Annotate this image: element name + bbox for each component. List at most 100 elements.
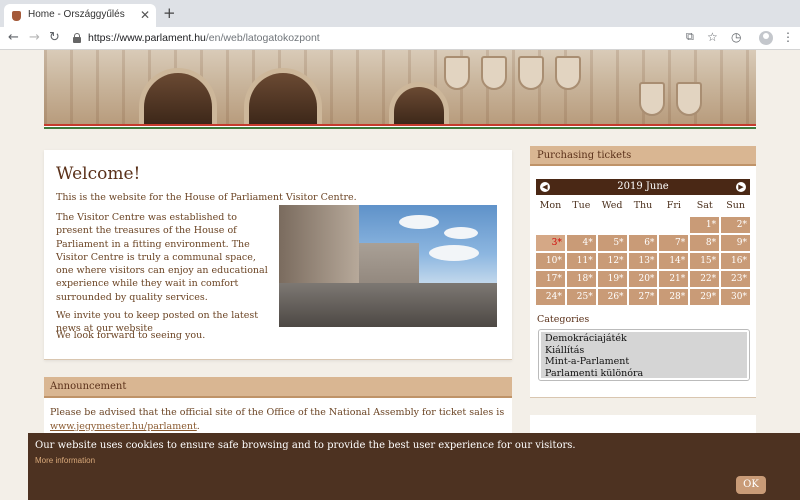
back-arrow-icon[interactable]: ←: [8, 30, 19, 45]
menu-icon[interactable]: ⋮: [782, 30, 794, 44]
calendar-day[interactable]: 10*: [536, 253, 565, 269]
visitor-centre-photo: [279, 205, 497, 327]
category-option[interactable]: Parlamenti különóra: [545, 368, 743, 379]
weekday-label: Sat: [696, 200, 713, 211]
calendar-day[interactable]: 28*: [659, 289, 689, 305]
welcome-text-column: The Visitor Centre was established to pr…: [56, 211, 268, 341]
reload-icon[interactable]: ↻: [49, 30, 60, 45]
calendar-day[interactable]: 9*: [721, 235, 750, 251]
weekday-label: Sun: [726, 200, 745, 211]
calendar-day[interactable]: 1*: [690, 217, 720, 233]
weekday-label: Thu: [633, 200, 653, 211]
announcement-text: Please be advised that the official site…: [44, 398, 512, 434]
weekday-label: Wed: [601, 200, 623, 211]
next-month-icon[interactable]: ▶: [736, 182, 746, 192]
banner-arch: [139, 68, 217, 124]
banner-coat-of-arms: [676, 82, 702, 116]
header-banner-image: [44, 50, 756, 124]
welcome-title: Welcome!: [56, 164, 141, 184]
calendar-day[interactable]: 22*: [690, 271, 720, 287]
welcome-closing: We look forward to seeing you.: [56, 330, 206, 341]
ticket-calendar: ◀ 2019 June ▶ Mon Tue Wed Thu Fri Sat Sun 1* 2* 3…: [536, 179, 750, 305]
calendar-grid: Mon Tue Wed Thu Fri Sat Sun 1* 2* 3* 4* 5* 6* 7* 8* 9* 1…: [536, 199, 750, 305]
banner-coat-of-arms: [444, 56, 470, 90]
calendar-day[interactable]: 26*: [597, 289, 627, 305]
translate-icon[interactable]: ⧉: [686, 30, 694, 44]
banner-coat-of-arms: [639, 82, 665, 116]
calendar-day-today[interactable]: 3*: [536, 235, 565, 251]
calendar-day[interactable]: 30*: [721, 289, 750, 305]
extension-icon[interactable]: ◷: [731, 30, 741, 44]
prev-month-icon[interactable]: ◀: [540, 182, 550, 192]
calendar-month-title: 2019 June: [617, 181, 669, 192]
calendar-header: ◀ 2019 June ▶: [536, 179, 750, 195]
url-domain: https://www.parlament.hu: [88, 32, 206, 44]
category-option[interactable]: Demokráciajáték: [545, 333, 743, 345]
calendar-empty-cell: [536, 217, 565, 233]
welcome-paragraph: The Visitor Centre was established to pr…: [56, 212, 268, 303]
categories-listbox[interactable]: Demokráciajáték Kiállítás Mint-a-Parlament…: [538, 329, 750, 381]
calendar-day[interactable]: 7*: [659, 235, 689, 251]
calendar-day[interactable]: 17*: [536, 271, 565, 287]
browser-toolbar: ← → ↻ https://www.parlament.hu/en/web/la…: [0, 27, 800, 50]
calendar-day[interactable]: 5*: [597, 235, 627, 251]
star-icon[interactable]: ☆: [707, 30, 718, 44]
cookie-banner: Our website uses cookies to ensure safe …: [28, 433, 800, 500]
photo-courtyard: [279, 283, 497, 327]
welcome-panel: Welcome! This is the website for the Hou…: [44, 150, 512, 360]
calendar-empty-cell: [567, 217, 596, 233]
calendar-day[interactable]: 6*: [628, 235, 658, 251]
more-information-link[interactable]: More information: [35, 456, 95, 465]
calendar-day[interactable]: 29*: [690, 289, 720, 305]
calendar-day[interactable]: 12*: [597, 253, 627, 269]
calendar-day[interactable]: 13*: [628, 253, 658, 269]
banner-coat-of-arms: [555, 56, 581, 90]
calendar-day[interactable]: 27*: [628, 289, 658, 305]
welcome-intro: This is the website for the House of Par…: [56, 192, 357, 203]
announcement-body: Please be advised that the official site…: [50, 407, 505, 418]
new-tab-icon[interactable]: +: [163, 4, 176, 22]
calendar-day[interactable]: 11*: [566, 253, 596, 269]
announcement-heading: Announcement: [44, 377, 512, 398]
calendar-day[interactable]: 8*: [690, 235, 720, 251]
categories-label: Categories: [537, 314, 590, 325]
browser-tab[interactable]: Home - Országgyűlés ✕: [4, 4, 156, 27]
calendar-empty-cell: [659, 217, 688, 233]
tab-title: Home - Országgyűlés: [28, 9, 125, 20]
weekday-label: Fri: [666, 200, 681, 211]
lock-icon[interactable]: [73, 33, 81, 43]
browser-tab-bar: Home - Országgyűlés ✕ +: [0, 0, 800, 27]
categories-list: Demokráciajáték Kiállítás Mint-a-Parlament…: [541, 332, 747, 378]
close-tab-icon[interactable]: ✕: [140, 8, 150, 22]
announcement-suffix: .: [196, 421, 200, 432]
calendar-day[interactable]: 21*: [659, 271, 689, 287]
flag-stripe-green: [44, 127, 756, 129]
category-option[interactable]: Mint-a-Parlament: [545, 356, 743, 368]
calendar-day[interactable]: 19*: [597, 271, 627, 287]
category-option[interactable]: Kiállítás: [545, 345, 743, 357]
parliament-favicon-icon: [12, 11, 21, 21]
calendar-day[interactable]: 24*: [536, 289, 565, 305]
profile-icon[interactable]: [759, 31, 773, 45]
banner-arch: [389, 82, 449, 124]
calendar-day[interactable]: 16*: [721, 253, 750, 269]
calendar-day[interactable]: 20*: [628, 271, 658, 287]
banner-arch: [244, 68, 322, 124]
calendar-day[interactable]: 18*: [566, 271, 596, 287]
tickets-heading: Purchasing tickets: [530, 146, 756, 166]
calendar-day[interactable]: 14*: [659, 253, 689, 269]
ticket-site-link[interactable]: www.jegymester.hu/parlament: [50, 421, 197, 432]
calendar-day[interactable]: 15*: [690, 253, 720, 269]
calendar-day[interactable]: 4*: [566, 235, 596, 251]
calendar-day[interactable]: 23*: [721, 271, 750, 287]
forward-arrow-icon[interactable]: →: [29, 30, 40, 45]
calendar-empty-cell: [598, 217, 627, 233]
cookie-ok-button[interactable]: OK: [736, 476, 766, 494]
weekday-label: Tue: [572, 200, 591, 211]
calendar-empty-cell: [629, 217, 658, 233]
address-bar[interactable]: https://www.parlament.hu/en/web/latogato…: [88, 32, 320, 44]
cookie-message: Our website uses cookies to ensure safe …: [35, 440, 576, 451]
calendar-day[interactable]: 25*: [566, 289, 596, 305]
weekday-label: Mon: [539, 200, 562, 211]
calendar-day[interactable]: 2*: [721, 217, 750, 233]
